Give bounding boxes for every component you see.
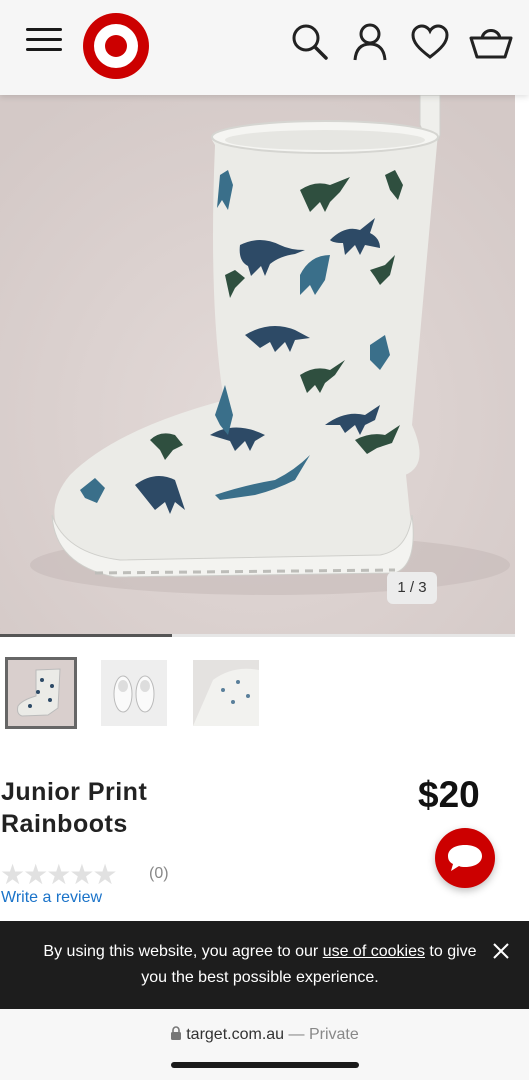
chat-bubble-icon: [448, 845, 482, 871]
home-indicator[interactable]: [171, 1062, 359, 1068]
target-logo[interactable]: [81, 11, 151, 81]
thumbnail-1[interactable]: [5, 657, 77, 729]
star-icon: ★: [23, 859, 48, 890]
url-display[interactable]: target.com.au — Private: [0, 1026, 529, 1044]
thumbnail-2[interactable]: [101, 660, 167, 726]
cookie-message: By using this website, you agree to our …: [40, 939, 480, 991]
rating-count: (0): [149, 865, 169, 882]
lock-icon: [171, 1026, 182, 1040]
write-review-link[interactable]: Write a review: [1, 889, 102, 907]
basket-icon[interactable]: [468, 22, 514, 62]
thumbnail-boot-side-image: [8, 660, 74, 726]
account-icon[interactable]: [350, 22, 390, 62]
chat-button[interactable]: [435, 828, 495, 888]
product-price: $20: [418, 774, 480, 815]
rating-stars: ★★★★★: [0, 858, 118, 891]
star-icon: ★: [69, 859, 94, 890]
product-title: Junior Print Rainboots: [1, 778, 148, 838]
star-icon: ★: [92, 859, 117, 890]
menu-icon[interactable]: [26, 28, 62, 54]
image-counter: 1 / 3: [387, 572, 437, 604]
url-domain: target.com.au: [186, 1026, 285, 1043]
star-icon: ★: [46, 859, 71, 890]
cookie-policy-link[interactable]: use of cookies: [323, 943, 425, 960]
browser-address-bar: [0, 1009, 529, 1080]
site-header: [0, 0, 529, 95]
product-image[interactable]: [0, 95, 515, 637]
star-icon: ★: [0, 859, 25, 890]
gallery-progress-fill: [0, 634, 172, 637]
thumbnail-boots-top-image: [101, 660, 167, 726]
search-icon[interactable]: [290, 22, 330, 62]
thumbnail-3[interactable]: [193, 660, 259, 726]
close-icon[interactable]: [490, 940, 512, 962]
gallery-progress: [0, 634, 515, 637]
heart-icon[interactable]: [410, 22, 450, 62]
thumbnail-boot-closeup-image: [193, 660, 259, 726]
cookie-text-before: By using this website, you agree to our: [43, 943, 323, 960]
url-separator: —: [284, 1026, 309, 1043]
cookie-banner: By using this website, you agree to our …: [0, 921, 529, 1009]
rainboot-illustration: [0, 95, 515, 637]
private-mode-label: Private: [308, 1026, 359, 1043]
